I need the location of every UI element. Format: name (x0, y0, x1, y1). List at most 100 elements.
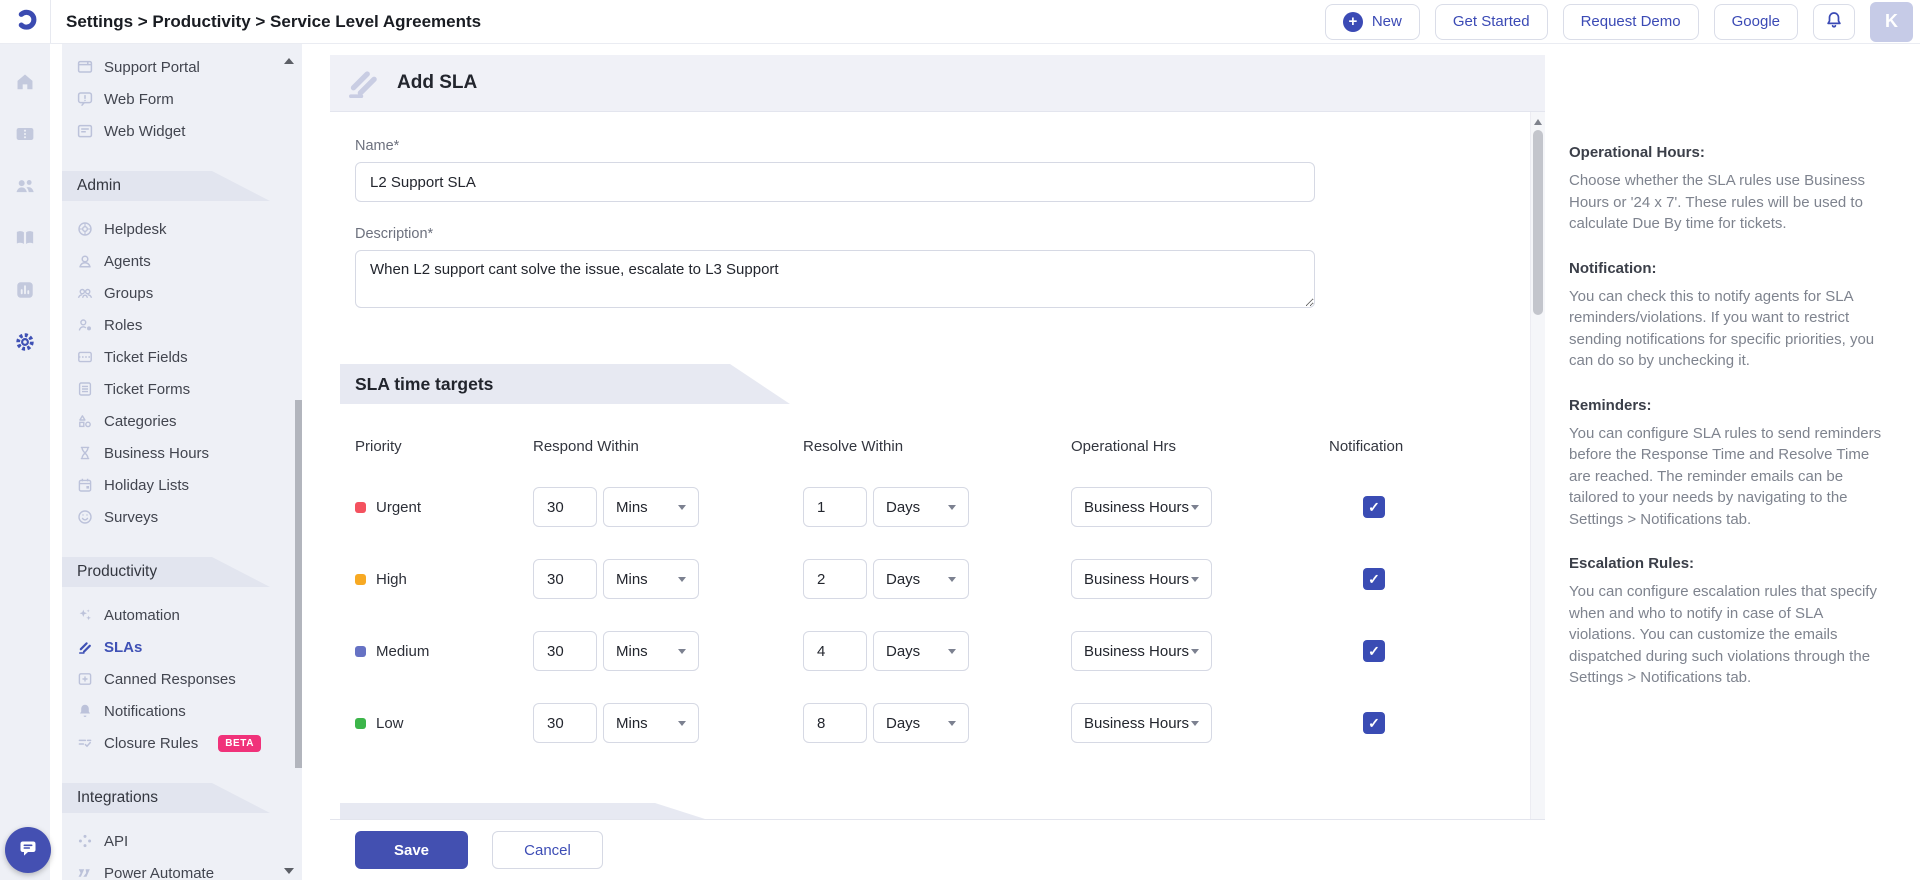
reports-icon[interactable] (14, 279, 36, 301)
sidebar-item-automation[interactable]: Automation (62, 599, 302, 631)
sidebar-scrollbar-thumb[interactable] (295, 400, 302, 768)
notifications-button[interactable] (1813, 3, 1855, 40)
sidebar-item-web-form[interactable]: Web Form (62, 83, 302, 115)
help-heading: Escalation Rules: (1569, 555, 1695, 572)
content-scrollbar[interactable] (1530, 112, 1545, 819)
notifications-bell-icon (77, 703, 93, 719)
resolve-unit-select[interactable]: Days (873, 631, 969, 671)
respond-unit-select[interactable]: Mins (603, 703, 699, 743)
sla-row-low: Low Mins Days Business Hours (355, 703, 1505, 743)
nav-rail (0, 44, 50, 880)
chevron-down-icon (948, 576, 956, 582)
help-body: Choose whether the SLA rules use Busines… (1569, 172, 1866, 232)
resolve-value-input[interactable] (803, 631, 867, 671)
respond-value-input[interactable] (533, 487, 597, 527)
notification-checkbox[interactable] (1363, 712, 1385, 734)
save-button[interactable]: Save (355, 831, 468, 869)
sidebar-item-groups[interactable]: Groups (62, 277, 302, 309)
priority-label: Medium (376, 642, 430, 660)
sidebar-item-surveys[interactable]: Surveys (62, 501, 302, 533)
priority-color-dot (355, 573, 366, 585)
respond-value-input[interactable] (533, 631, 597, 671)
sidebar-item-web-widget[interactable]: Web Widget (62, 115, 302, 147)
help-body: You can configure escalation rules that … (1569, 583, 1877, 686)
respond-value-input[interactable] (533, 703, 597, 743)
sla-table-header: Priority Respond Within Resolve Within O… (355, 438, 1505, 455)
sidebar-item-holiday-lists[interactable]: Holiday Lists (62, 469, 302, 501)
knowledge-base-icon[interactable] (14, 227, 36, 249)
operational-hrs-select[interactable]: Business Hours (1071, 487, 1212, 527)
home-icon[interactable] (14, 71, 36, 93)
sidebar-item-support-portal[interactable]: Support Portal (62, 51, 302, 83)
resolve-unit-select[interactable]: Days (873, 559, 969, 599)
sidebar-item-ticket-forms[interactable]: Ticket Forms (62, 373, 302, 405)
sidebar-scroll-down-icon[interactable] (284, 868, 294, 874)
sidebar-item-categories[interactable]: Categories (62, 405, 302, 437)
sidebar-scroll-up-icon[interactable] (284, 58, 294, 64)
breadcrumb: Settings > Productivity > Service Level … (66, 11, 482, 31)
chevron-down-icon (1191, 576, 1199, 582)
tickets-icon[interactable] (14, 123, 36, 145)
sidebar-section-admin: Admin (62, 171, 270, 201)
sidebar-item-agents[interactable]: Agents (62, 245, 302, 277)
support-portal-icon (77, 59, 93, 75)
sidebar-item-helpdesk[interactable]: Helpdesk (62, 213, 302, 245)
sidebar-item-api[interactable]: API (62, 825, 302, 857)
sidebar-item-canned-responses[interactable]: Canned Responses (62, 663, 302, 695)
topbar-actions: + New Get Started Request Demo Google K (1324, 1, 1920, 42)
bolddesk-logo-icon (12, 6, 38, 37)
beta-badge: BETA (218, 734, 262, 752)
notification-checkbox[interactable] (1363, 568, 1385, 590)
google-button[interactable]: Google (1713, 3, 1798, 40)
sidebar-item-closure-rules[interactable]: Closure Rules BETA (62, 727, 302, 759)
respond-unit-select[interactable]: Mins (603, 559, 699, 599)
notification-checkbox[interactable] (1363, 640, 1385, 662)
bell-icon (1824, 10, 1844, 34)
surveys-icon (77, 509, 93, 525)
settings-icon[interactable] (14, 331, 36, 353)
resolve-unit-select[interactable]: Days (873, 703, 969, 743)
request-demo-button[interactable]: Request Demo (1562, 3, 1699, 40)
respond-value-input[interactable] (533, 559, 597, 599)
ticket-forms-icon (77, 381, 93, 397)
content-scrollbar-thumb[interactable] (1533, 130, 1543, 315)
chat-widget-button[interactable] (5, 827, 51, 873)
description-label: Description* (355, 226, 434, 242)
contacts-icon[interactable] (14, 175, 36, 197)
operational-hrs-select[interactable]: Business Hours (1071, 559, 1212, 599)
chevron-down-icon (678, 504, 686, 510)
col-priority: Priority (355, 438, 402, 455)
sidebar-item-slas[interactable]: SLAs (62, 631, 302, 663)
chevron-down-icon (948, 648, 956, 654)
sidebar-item-notifications[interactable]: Notifications (62, 695, 302, 727)
web-form-icon (77, 91, 93, 107)
respond-unit-select[interactable]: Mins (603, 631, 699, 671)
form-footer: Save Cancel (330, 819, 1545, 880)
sidebar-item-business-hours[interactable]: Business Hours (62, 437, 302, 469)
app-window: Settings > Productivity > Service Level … (0, 0, 1920, 880)
get-started-button[interactable]: Get Started (1434, 3, 1548, 40)
resolve-value-input[interactable] (803, 559, 867, 599)
description-textarea[interactable]: When L2 support cant solve the issue, es… (355, 250, 1315, 308)
user-avatar[interactable]: K (1870, 1, 1913, 42)
respond-unit-select[interactable]: Mins (603, 487, 699, 527)
name-input[interactable] (355, 162, 1315, 202)
operational-hrs-select[interactable]: Business Hours (1071, 703, 1212, 743)
sidebar-item-roles[interactable]: Roles (62, 309, 302, 341)
sidebar-item-power-automate[interactable]: Power Automate (62, 857, 302, 880)
resolve-value-input[interactable] (803, 487, 867, 527)
app-logo[interactable] (0, 0, 51, 43)
sla-row-medium: Medium Mins Days Business Hours (355, 631, 1505, 671)
notification-checkbox[interactable] (1363, 496, 1385, 518)
chevron-down-icon (678, 576, 686, 582)
new-button[interactable]: + New (1324, 3, 1420, 40)
automation-icon (77, 607, 93, 623)
closure-rules-icon (77, 735, 93, 751)
cancel-button[interactable]: Cancel (492, 831, 603, 869)
scrollbar-up-arrow-icon[interactable] (1534, 119, 1542, 125)
sidebar-item-ticket-fields[interactable]: Ticket Fields (62, 341, 302, 373)
operational-hrs-select[interactable]: Business Hours (1071, 631, 1212, 671)
resolve-unit-select[interactable]: Days (873, 487, 969, 527)
col-operational-hrs: Operational Hrs (1071, 438, 1177, 455)
resolve-value-input[interactable] (803, 703, 867, 743)
